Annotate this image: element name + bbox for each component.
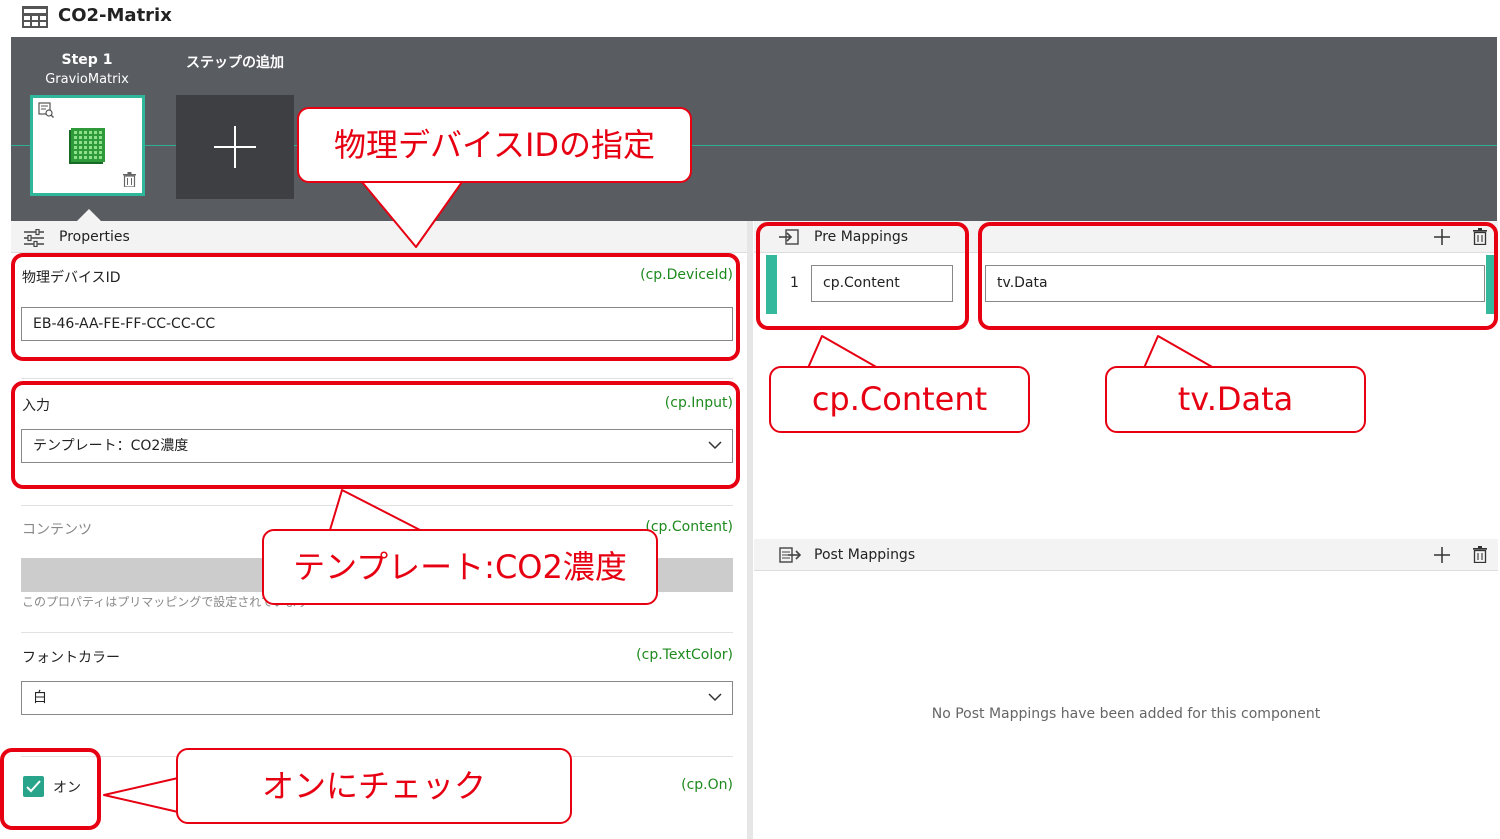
annotation-callout-content: cp.Content (769, 366, 1030, 433)
annotation-frame-target (756, 222, 969, 330)
annotation-frame-checkbox (0, 748, 101, 830)
annotation-frame-input (11, 381, 740, 489)
annotation-frame-source (978, 222, 1498, 330)
annotation-callout-data: tv.Data (1105, 366, 1366, 433)
annotation-callout-check: オンにチェック (176, 748, 572, 824)
annotation-callout-device-id: 物理デバイスIDの指定 (297, 107, 692, 183)
annotation-callout-template: テンプレート:CO2濃度 (262, 529, 658, 605)
annotation-frame-device-id (11, 253, 740, 361)
